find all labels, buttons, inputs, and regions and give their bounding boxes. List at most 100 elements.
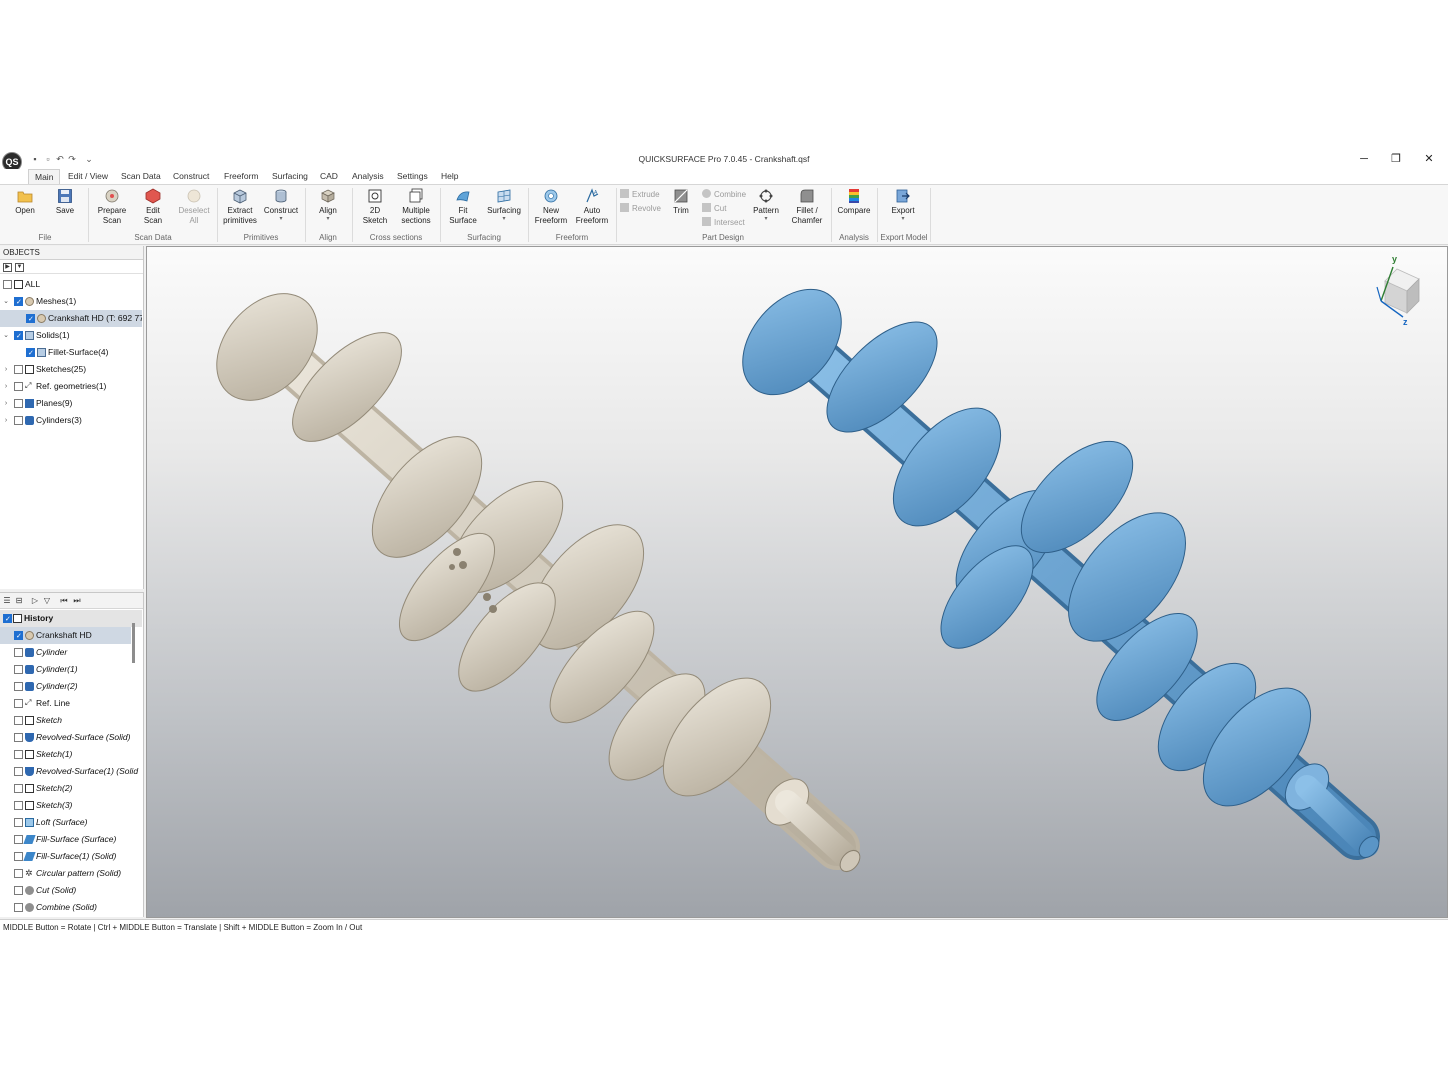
history-item[interactable]: ✲ Circular pattern (Solid) [0,865,142,882]
extrude-button[interactable]: Extrude [620,189,660,201]
tree-item-cylinders[interactable]: › Cylinders(3) [0,412,142,429]
tab-settings[interactable]: Settings [391,169,434,184]
multiple-sections-button[interactable]: Multiple sections [397,188,435,226]
fillet-chamfer-button[interactable]: Fillet / Chamfer [788,188,826,226]
revolve-button[interactable]: Revolve [620,203,661,215]
tree-item-planes[interactable]: › Planes(9) [0,395,142,412]
chevron-right-icon[interactable]: › [2,361,10,378]
auto-freeform-button[interactable]: A Auto Freeform [573,188,611,226]
2d-sketch-button[interactable]: 2D Sketch [356,188,394,226]
tree-view-icon[interactable]: ⊟ [14,596,24,606]
history-item[interactable]: Revolved-Surface (Solid) [0,729,142,746]
export-button[interactable]: Export ▾ [884,188,922,222]
tree-item-crankshaft-hd[interactable]: Crankshaft HD (T: 692 772 [0,310,142,327]
checkbox[interactable] [14,733,23,742]
pattern-button[interactable]: Pattern ▾ [747,188,785,222]
tree-item-ref-geometries[interactable]: › ⤢ Ref. geometries(1) [0,378,142,395]
checkbox[interactable] [14,628,23,644]
checkbox[interactable] [14,784,23,793]
chevron-right-icon[interactable]: › [2,378,10,395]
tab-main[interactable]: Main [28,169,61,184]
history-item[interactable]: Sketch(1) [0,746,142,763]
checkbox[interactable] [14,365,23,374]
tab-edit-view[interactable]: Edit / View [62,169,114,184]
checkbox[interactable] [14,818,23,827]
history-header[interactable]: History [0,610,142,627]
tree-item-meshes[interactable]: ⌄ Meshes(1) [0,293,142,310]
history-item[interactable]: Fill-Surface(1) (Solid) [0,848,142,865]
checkbox[interactable] [14,665,23,674]
chevron-down-icon[interactable]: ⌄ [2,293,10,310]
go-last-icon[interactable]: ⏭ [72,596,82,606]
filter-icon[interactable]: ▼ [15,263,24,272]
checkbox[interactable] [14,801,23,810]
tab-freeform[interactable]: Freeform [218,169,264,184]
3d-viewport[interactable]: y z [146,246,1448,918]
view-cube[interactable]: y z [1376,254,1420,327]
tab-construct[interactable]: Construct [167,169,215,184]
history-item[interactable]: Cylinder(1) [0,661,142,678]
checkbox[interactable] [14,648,23,657]
checkbox[interactable] [14,903,23,912]
history-item[interactable]: Revolved-Surface(1) (Solid [0,763,142,780]
chevron-right-icon[interactable]: › [2,412,10,429]
history-item[interactable]: Cylinder(2) [0,678,142,695]
expand-all-icon[interactable]: ▶ [3,263,12,272]
save-button[interactable]: Save [46,188,84,216]
restore-button[interactable]: ❐ [1386,152,1406,166]
history-item[interactable]: Fill-Surface (Surface) [0,831,142,848]
tab-help[interactable]: Help [435,169,464,184]
history-item[interactable]: Loft (Surface) [0,814,142,831]
tab-scan-data[interactable]: Scan Data [115,169,167,184]
edit-scan-button[interactable]: Edit Scan [134,188,172,226]
solid-crankshaft[interactable] [723,270,1383,861]
checkbox[interactable] [26,311,35,327]
tree-item-sketches[interactable]: › Sketches(25) [0,361,142,378]
checkbox[interactable] [14,750,23,759]
tab-cad[interactable]: CAD [314,169,344,184]
history-item[interactable]: Crankshaft HD [0,627,131,644]
checkbox[interactable] [14,886,23,895]
history-item[interactable]: Cylinder [0,644,142,661]
checkbox[interactable] [3,280,12,289]
tab-surfacing[interactable]: Surfacing [266,169,314,184]
cut-button[interactable]: Cut [702,203,726,215]
combine-button[interactable]: Combine [702,189,746,201]
checkbox[interactable] [14,716,23,725]
trim-button[interactable]: Trim [662,188,700,216]
history-item[interactable]: Sketch(2) [0,780,142,797]
tab-analysis[interactable]: Analysis [346,169,390,184]
viewport-canvas[interactable]: y z [147,247,1448,918]
checkbox[interactable] [14,382,23,391]
history-item[interactable]: Combine (Solid) [0,899,142,916]
list-view-icon[interactable]: ☰ [2,596,12,606]
tree-item-all[interactable]: ALL [0,276,142,293]
checkbox[interactable] [14,294,23,310]
compare-button[interactable]: Compare [835,188,873,216]
fit-surface-button[interactable]: Fit Surface [444,188,482,226]
checkbox[interactable] [14,328,23,344]
checkbox[interactable] [14,699,23,708]
minimize-button[interactable]: ─ [1354,152,1374,166]
checkbox[interactable] [14,416,23,425]
checkbox[interactable] [3,611,12,627]
construct-button[interactable]: Construct ▾ [262,188,300,222]
checkbox[interactable] [14,767,23,776]
checkbox[interactable] [14,852,23,861]
new-freeform-button[interactable]: New Freeform [532,188,570,226]
close-button[interactable]: ✕ [1419,152,1439,166]
intersect-button[interactable]: Intersect [702,217,745,229]
expand-icon[interactable]: ▷ [30,596,40,606]
checkbox[interactable] [14,682,23,691]
checkbox[interactable] [26,345,35,361]
prepare-scan-button[interactable]: Prepare Scan [93,188,131,226]
tree-item-solids[interactable]: ⌄ Solids(1) [0,327,142,344]
extract-primitives-button[interactable]: Extract primitives [221,188,259,226]
history-item[interactable]: Cut (Solid) [0,882,142,899]
checkbox[interactable] [14,399,23,408]
tree-item-fillet-surface[interactable]: Fillet-Surface(4) [0,344,142,361]
filter-icon[interactable]: ▽ [42,596,52,606]
go-first-icon[interactable]: ⏮ [59,596,69,606]
chevron-right-icon[interactable]: › [2,395,10,412]
deselect-all-button[interactable]: Deselect All [175,188,213,226]
